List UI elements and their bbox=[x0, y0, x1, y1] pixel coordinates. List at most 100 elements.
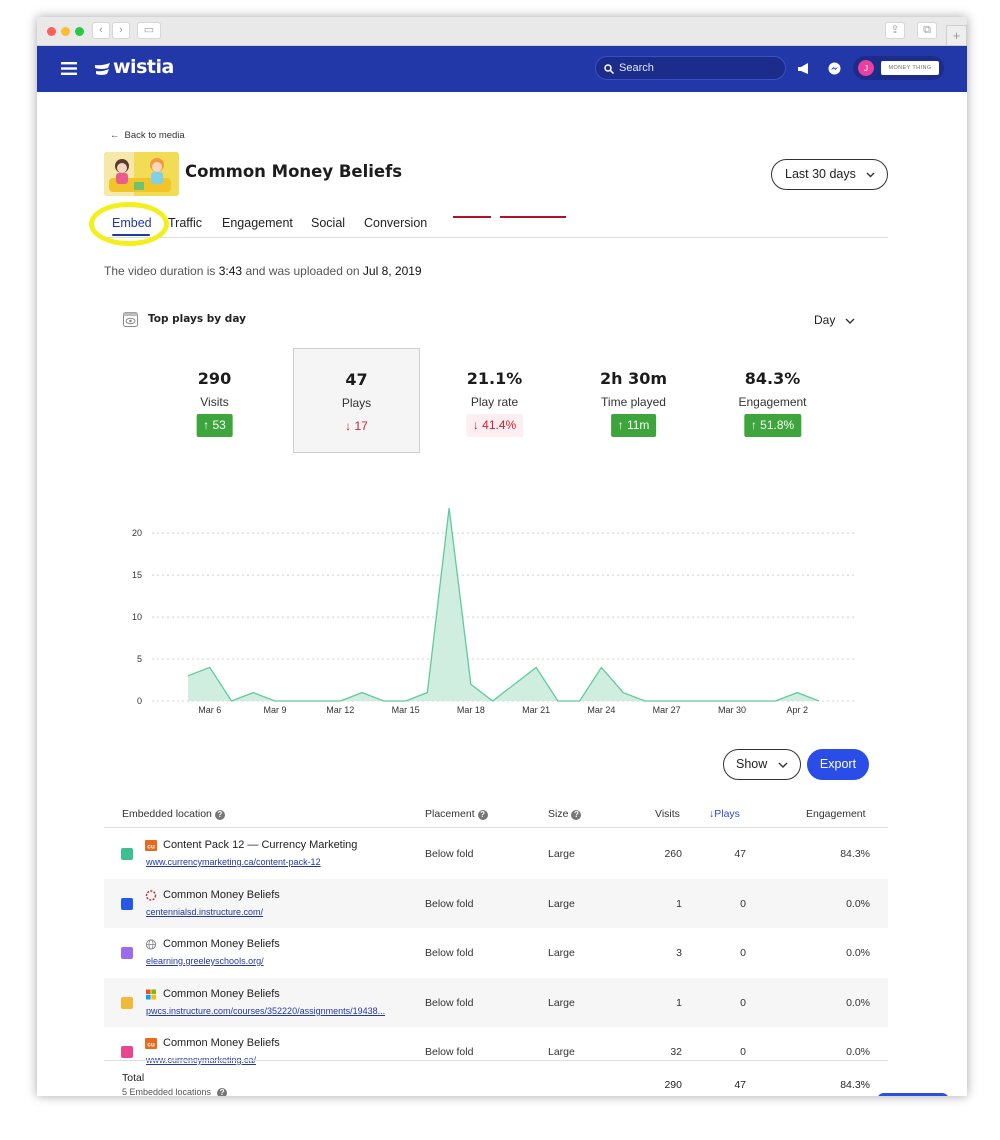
arrow-down-icon: ↓ bbox=[472, 418, 483, 432]
chevron-down-icon bbox=[866, 172, 875, 178]
plays-series-line bbox=[187, 507, 820, 702]
table-row[interactable]: cu Content Pack 12 — Currency Marketing ww… bbox=[104, 829, 888, 878]
col-location-label: Embedded location bbox=[122, 808, 212, 820]
series-color-swatch bbox=[121, 1046, 133, 1058]
desc-mid: and was uploaded on bbox=[245, 264, 360, 278]
col-engagement[interactable]: Engagement bbox=[806, 808, 866, 820]
browser-toolbar: ‹ › ▭ ⇪ ⧉ + bbox=[37, 17, 967, 46]
upload-date: Jul 8, 2019 bbox=[362, 264, 422, 278]
back-arrow-icon[interactable]: ‹ bbox=[92, 22, 110, 39]
tab-traffic[interactable]: Traffic bbox=[168, 216, 202, 230]
metric-plays[interactable]: 47 Plays ↓ 17 bbox=[293, 348, 420, 453]
col-location[interactable]: Embedded location? bbox=[122, 808, 225, 820]
table-row[interactable]: Common Money Beliefs centennialsd.instruc… bbox=[104, 878, 888, 928]
show-label: Show bbox=[736, 757, 768, 771]
total-label: Total bbox=[122, 1072, 145, 1084]
metric-label: Time played bbox=[601, 395, 666, 409]
col-size[interactable]: Size? bbox=[548, 808, 582, 820]
search-input[interactable]: Search bbox=[595, 56, 786, 80]
video-duration: 3:43 bbox=[218, 264, 243, 278]
tab-conversion[interactable]: Conversion bbox=[364, 216, 427, 230]
cartoon-thumbnail-image bbox=[104, 152, 179, 196]
avatar: J bbox=[858, 60, 874, 76]
size-cell: Large bbox=[548, 1046, 575, 1058]
table-row[interactable]: Common Money Beliefs elearning.greeleysch… bbox=[104, 928, 888, 977]
hamburger-menu-icon[interactable] bbox=[61, 62, 77, 75]
minimize-window-button[interactable] bbox=[61, 27, 70, 36]
help-icon[interactable]: ? bbox=[571, 810, 582, 820]
location-url[interactable]: centennialsd.instructure.com/ bbox=[146, 907, 263, 917]
metric-change-value: 17 bbox=[354, 419, 368, 433]
chevron-down-icon bbox=[845, 318, 855, 324]
video-thumbnail[interactable] bbox=[104, 152, 179, 196]
account-logo: MONEY THING bbox=[881, 61, 939, 75]
metric-value: 2h 30m bbox=[599, 369, 668, 388]
series-color-swatch bbox=[121, 996, 133, 1009]
close-window-button[interactable] bbox=[47, 27, 56, 36]
wistia-logo[interactable]: wistia bbox=[113, 56, 174, 78]
zoom-window-button[interactable] bbox=[75, 27, 84, 36]
tab-engagement[interactable]: Engagement bbox=[222, 216, 293, 230]
metric-change-value: 51.8% bbox=[760, 418, 795, 432]
col-visits[interactable]: Visits bbox=[655, 808, 680, 820]
tab-social[interactable]: Social bbox=[311, 216, 345, 230]
location-name[interactable]: Common Money Beliefs bbox=[163, 889, 280, 901]
col-placement[interactable]: Placement? bbox=[425, 808, 488, 820]
metric-engagement[interactable]: 84.3% Engagement ↑ 51.8% bbox=[709, 348, 836, 453]
account-switcher[interactable]: J MONEY THING bbox=[853, 56, 944, 80]
desc-prefix: The video duration is bbox=[104, 264, 216, 278]
location-name[interactable]: Common Money Beliefs bbox=[163, 988, 280, 1000]
metric-value: 21.1% bbox=[466, 369, 523, 388]
export-button[interactable]: Export bbox=[807, 749, 869, 780]
date-range-select[interactable]: Last 30 days bbox=[771, 159, 888, 190]
tabs-overview-icon[interactable]: ⧉ bbox=[917, 22, 937, 39]
svg-text:cu: cu bbox=[147, 843, 155, 850]
arrow-up-icon: ↑ bbox=[750, 418, 761, 432]
messenger-icon[interactable] bbox=[828, 62, 841, 75]
col-plays[interactable]: ↓Plays bbox=[709, 808, 740, 820]
location-name[interactable]: Content Pack 12 — Currency Marketing bbox=[163, 839, 357, 851]
highlight-circle-annotation bbox=[89, 202, 169, 246]
red-underline-annotation bbox=[500, 216, 566, 218]
help-icon[interactable]: ? bbox=[214, 810, 225, 820]
back-to-media-link[interactable]: ← Back to media bbox=[110, 130, 185, 141]
back-link-label: Back to media bbox=[124, 130, 185, 141]
search-icon bbox=[604, 64, 614, 74]
location-url[interactable]: www.currencymarketing.ca/content-pack-12 bbox=[146, 857, 321, 867]
plays-area bbox=[188, 508, 819, 701]
globe-icon bbox=[145, 939, 157, 950]
table-row[interactable]: Common Money Beliefs pwcs.instructure.com… bbox=[104, 977, 888, 1027]
total-visits: 290 bbox=[664, 1079, 682, 1091]
location-name[interactable]: Common Money Beliefs bbox=[163, 1037, 280, 1049]
size-cell: Large bbox=[548, 996, 575, 1009]
help-icon[interactable]: ? bbox=[217, 1088, 228, 1096]
video-description: The video duration is 3:43 and was uploa… bbox=[104, 264, 422, 278]
metric-change-badge: ↑ 51.8% bbox=[743, 414, 802, 437]
metric-visits[interactable]: 290 Visits ↑ 53 bbox=[151, 348, 278, 453]
metric-label: Plays bbox=[341, 396, 372, 410]
granularity-label: Day bbox=[814, 313, 836, 327]
metric-change-value: 11m bbox=[626, 418, 650, 432]
plays-cell: 47 bbox=[734, 848, 746, 860]
sidebar-toggle-icon[interactable]: ▭ bbox=[137, 22, 161, 39]
series-color-swatch bbox=[121, 897, 133, 910]
cu-logo-icon: cu bbox=[145, 1038, 157, 1049]
share-icon[interactable]: ⇪ bbox=[885, 22, 905, 39]
search-placeholder: Search bbox=[619, 62, 654, 74]
wistia-logo-icon bbox=[95, 63, 110, 75]
x-tick-label: Mar 30 bbox=[718, 705, 746, 715]
show-columns-button[interactable]: Show bbox=[723, 749, 801, 780]
cu-logo-icon: cu bbox=[145, 840, 157, 851]
forward-arrow-icon[interactable]: › bbox=[112, 22, 130, 39]
metric-time-played[interactable]: 2h 30m Time played ↑ 11m bbox=[570, 348, 697, 453]
chat-widget-button[interactable] bbox=[877, 1093, 949, 1096]
location-name[interactable]: Common Money Beliefs bbox=[163, 938, 280, 950]
location-url[interactable]: pwcs.instructure.com/courses/352220/assi… bbox=[146, 1006, 385, 1016]
help-icon[interactable]: ? bbox=[477, 810, 488, 820]
metric-change-badge: ↓ 17 bbox=[338, 415, 375, 438]
new-tab-icon[interactable]: + bbox=[946, 25, 967, 46]
location-url[interactable]: elearning.greeleyschools.org/ bbox=[146, 956, 264, 966]
metric-play-rate[interactable]: 21.1% Play rate ↓ 41.4% bbox=[431, 348, 558, 453]
megaphone-icon[interactable] bbox=[797, 62, 811, 75]
granularity-select[interactable]: Day bbox=[814, 313, 855, 327]
